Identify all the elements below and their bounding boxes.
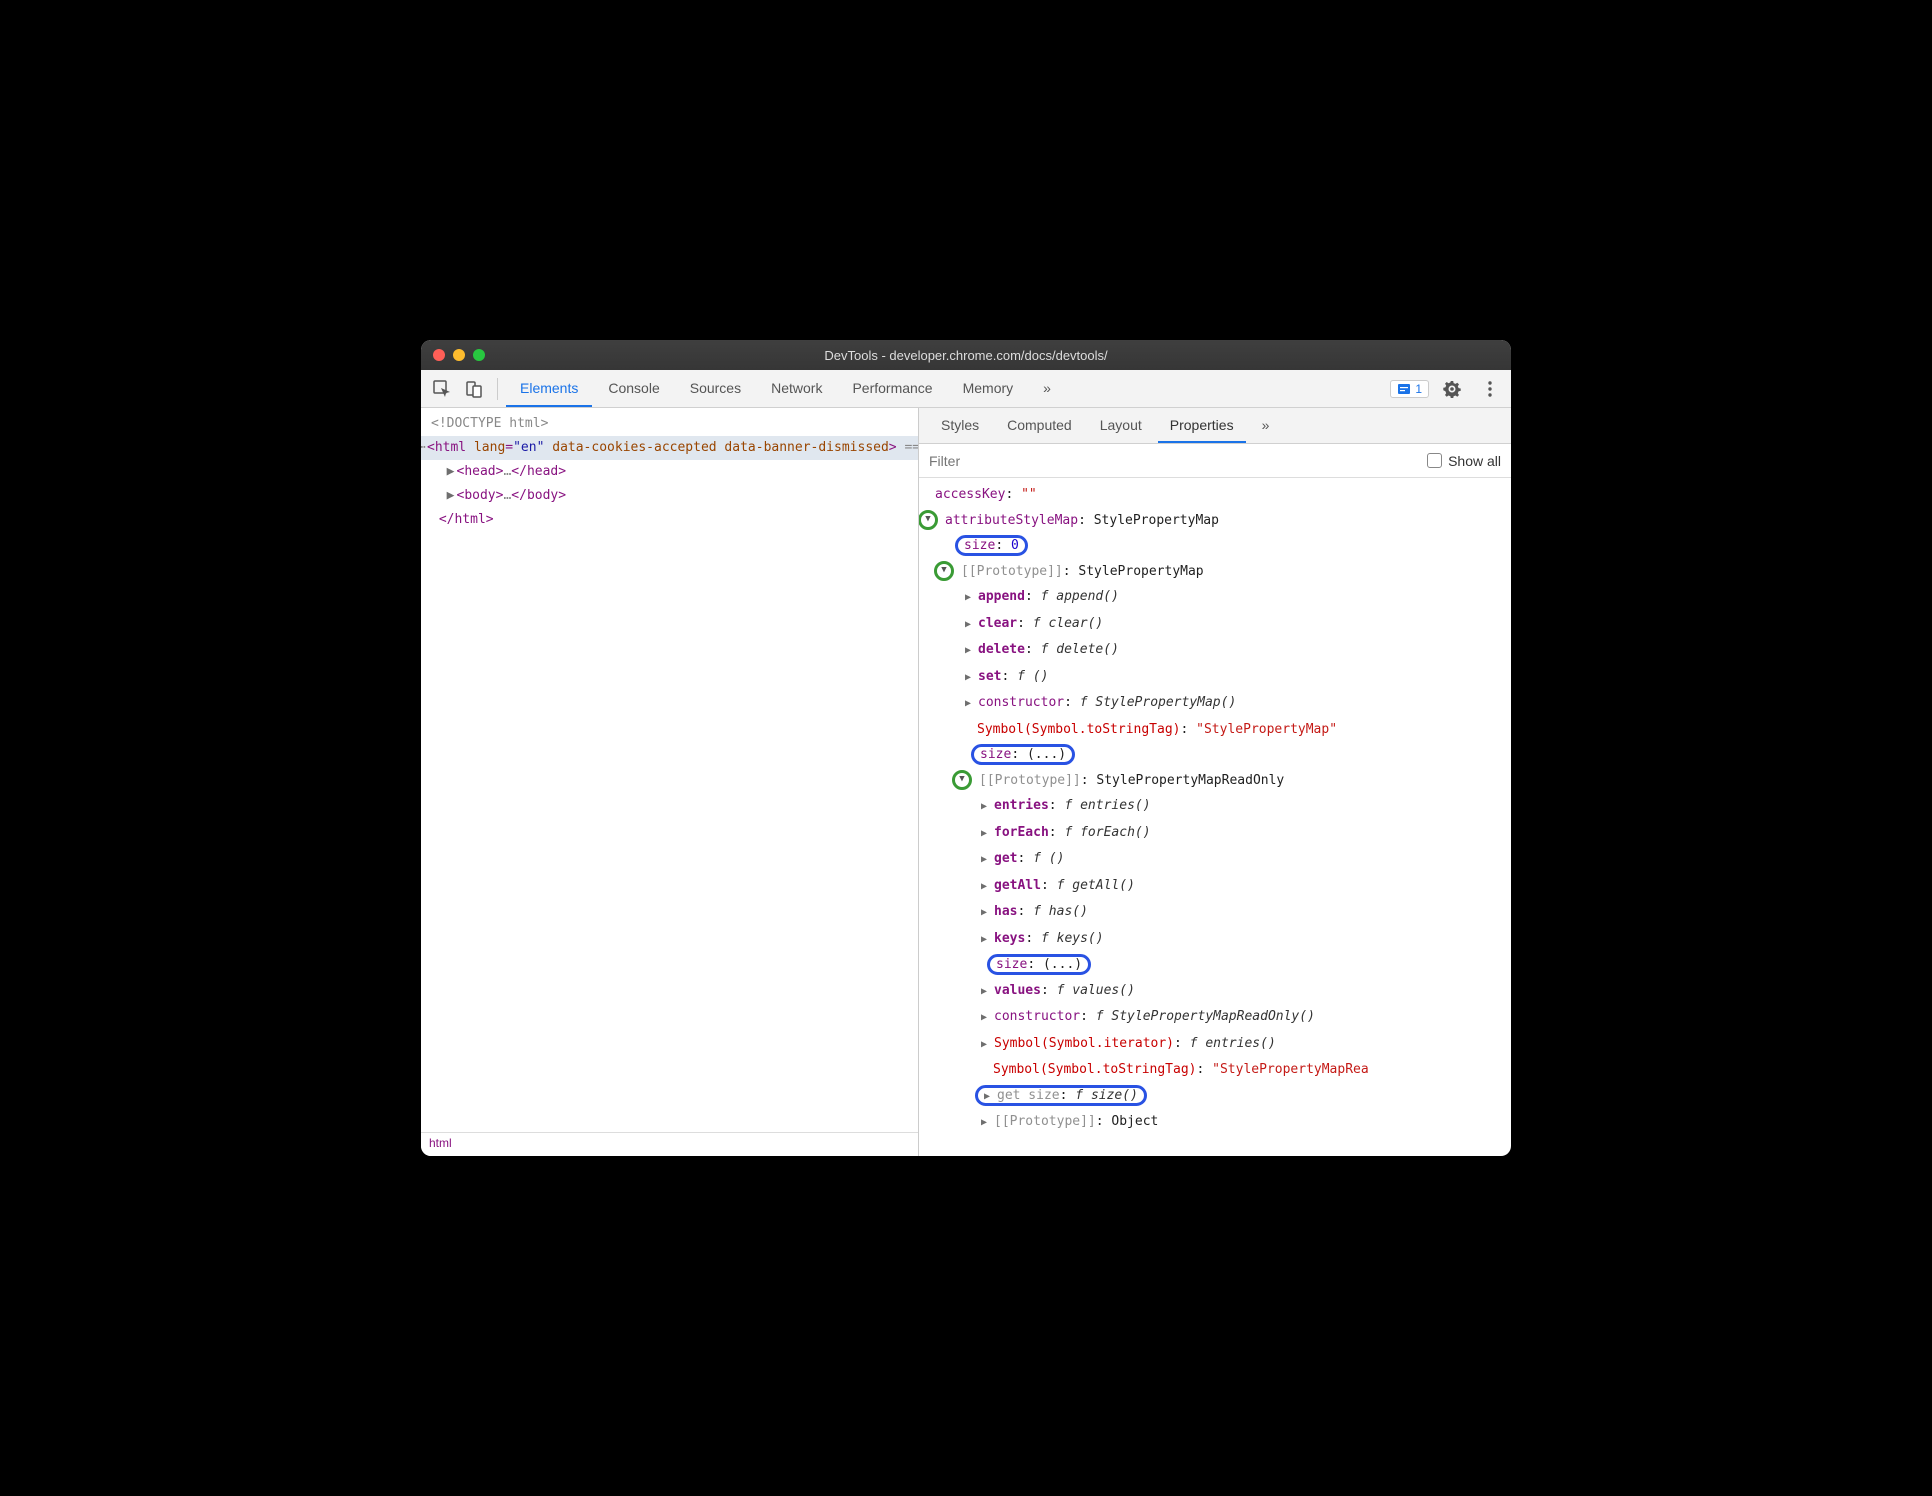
dom-node-head[interactable]: ▶<head>…</head> xyxy=(431,460,918,484)
close-icon[interactable] xyxy=(433,349,445,361)
main-toolbar: Elements Console Sources Network Perform… xyxy=(421,370,1511,408)
expand-arrow-icon[interactable]: ▶ xyxy=(981,1110,991,1136)
tab-computed[interactable]: Computed xyxy=(995,408,1084,443)
prop-row[interactable]: ▶constructor: f StylePropertyMapReadOnly… xyxy=(925,1004,1511,1031)
expanded-marker-icon xyxy=(934,561,954,581)
expand-arrow-icon[interactable]: ▶ xyxy=(981,979,991,1005)
tab-properties[interactable]: Properties xyxy=(1158,408,1246,443)
prop-row[interactable]: size: 0 xyxy=(925,533,1511,559)
prop-row[interactable]: accessKey: "" xyxy=(925,482,1511,508)
issues-badge[interactable]: 1 xyxy=(1390,380,1429,398)
expand-arrow-icon[interactable]: ▶ xyxy=(981,927,991,953)
minimize-icon[interactable] xyxy=(453,349,465,361)
expand-arrow-icon[interactable]: ▶ xyxy=(984,1084,994,1110)
prop-row[interactable]: ▶Symbol(Symbol.iterator): f entries() xyxy=(925,1031,1511,1058)
prop-row[interactable]: ▶entries: f entries() xyxy=(925,793,1511,820)
expand-arrow-icon[interactable]: ▶ xyxy=(447,464,455,479)
issues-icon xyxy=(1397,382,1411,396)
prop-row[interactable]: ▶[[Prototype]]: Object xyxy=(925,1109,1511,1136)
prop-row-expandable[interactable]: [[Prototype]]: StylePropertyMapReadOnly xyxy=(925,768,1511,794)
expand-arrow-icon[interactable]: ▶ xyxy=(981,874,991,900)
expand-arrow-icon[interactable]: ▶ xyxy=(981,794,991,820)
expand-arrow-icon[interactable]: ▶ xyxy=(965,665,975,691)
tab-memory[interactable]: Memory xyxy=(949,370,1028,407)
expand-arrow-icon[interactable]: ▶ xyxy=(965,612,975,638)
expanded-marker-icon xyxy=(919,510,938,530)
prop-row[interactable]: ▶forEach: f forEach() xyxy=(925,820,1511,847)
tab-elements[interactable]: Elements xyxy=(506,370,592,407)
sidebar-tabs: Styles Computed Layout Properties » xyxy=(919,408,1511,444)
tab-more[interactable]: » xyxy=(1250,408,1282,443)
expand-arrow-icon[interactable]: ▶ xyxy=(447,488,455,503)
zoom-icon[interactable] xyxy=(473,349,485,361)
dom-node-body[interactable]: ▶<body>…</body> xyxy=(431,484,918,508)
doctype: <!DOCTYPE html> xyxy=(431,416,548,431)
dom-tree[interactable]: <!DOCTYPE html> ⋯<html lang="en" data-co… xyxy=(421,408,918,1132)
expand-arrow-icon[interactable]: ▶ xyxy=(981,1032,991,1058)
tab-console[interactable]: Console xyxy=(594,370,673,407)
separator xyxy=(497,378,498,400)
expand-arrow-icon[interactable]: ▶ xyxy=(965,585,975,611)
traffic-lights xyxy=(433,349,485,361)
prop-row[interactable]: ▶get size: f size() xyxy=(925,1083,1511,1110)
filter-input[interactable] xyxy=(929,453,1417,469)
overflow-dots-icon: ⋯ xyxy=(421,436,426,460)
prop-row[interactable]: size: (...) xyxy=(925,952,1511,978)
prop-row[interactable]: ▶clear: f clear() xyxy=(925,611,1511,638)
checkbox-icon[interactable] xyxy=(1427,453,1442,468)
show-all-toggle[interactable]: Show all xyxy=(1427,453,1501,469)
expand-arrow-icon[interactable]: ▶ xyxy=(965,691,975,717)
breadcrumb[interactable]: html xyxy=(421,1132,918,1156)
prop-row-expandable[interactable]: [[Prototype]]: StylePropertyMap xyxy=(925,559,1511,585)
tab-styles[interactable]: Styles xyxy=(929,408,991,443)
dom-close-html: </html> xyxy=(431,508,918,532)
expand-arrow-icon[interactable]: ▶ xyxy=(965,638,975,664)
tab-more[interactable]: » xyxy=(1029,370,1065,407)
dom-node-html[interactable]: ⋯<html lang="en" data-cookies-accepted d… xyxy=(421,436,918,460)
settings-icon[interactable] xyxy=(1437,374,1467,404)
prop-row[interactable]: ▶keys: f keys() xyxy=(925,926,1511,953)
prop-row-expandable[interactable]: attributeStyleMap: StylePropertyMap xyxy=(925,508,1511,534)
properties-tree[interactable]: accessKey: "" attributeStyleMap: StylePr… xyxy=(919,478,1511,1156)
tab-network[interactable]: Network xyxy=(757,370,836,407)
main-tabs: Elements Console Sources Network Perform… xyxy=(506,370,1065,407)
expand-arrow-icon[interactable]: ▶ xyxy=(981,821,991,847)
prop-row[interactable]: ▶set: f () xyxy=(925,664,1511,691)
inspect-element-icon[interactable] xyxy=(427,374,457,404)
prop-row[interactable]: Symbol(Symbol.toStringTag): "StyleProper… xyxy=(925,717,1511,743)
prop-row[interactable]: ▶getAll: f getAll() xyxy=(925,873,1511,900)
sidebar-pane: Styles Computed Layout Properties » Show… xyxy=(919,408,1511,1156)
expand-arrow-icon[interactable]: ▶ xyxy=(981,1005,991,1031)
prop-row[interactable]: ▶get: f () xyxy=(925,846,1511,873)
prop-row[interactable]: ▶values: f values() xyxy=(925,978,1511,1005)
prop-row[interactable]: ▶delete: f delete() xyxy=(925,637,1511,664)
kebab-menu-icon[interactable] xyxy=(1475,374,1505,404)
titlebar: DevTools - developer.chrome.com/docs/dev… xyxy=(421,340,1511,370)
prop-row[interactable]: ▶constructor: f StylePropertyMap() xyxy=(925,690,1511,717)
expand-arrow-icon[interactable]: ▶ xyxy=(981,847,991,873)
device-toolbar-icon[interactable] xyxy=(459,374,489,404)
expand-arrow-icon[interactable]: ▶ xyxy=(981,900,991,926)
filter-bar: Show all xyxy=(919,444,1511,478)
prop-row[interactable]: size: (...) xyxy=(925,742,1511,768)
show-all-label: Show all xyxy=(1448,453,1501,469)
prop-row[interactable]: ▶append: f append() xyxy=(925,584,1511,611)
devtools-window: DevTools - developer.chrome.com/docs/dev… xyxy=(421,340,1511,1156)
tab-sources[interactable]: Sources xyxy=(676,370,755,407)
expanded-marker-icon xyxy=(952,770,972,790)
tab-performance[interactable]: Performance xyxy=(838,370,946,407)
prop-row[interactable]: ▶has: f has() xyxy=(925,899,1511,926)
tab-layout[interactable]: Layout xyxy=(1088,408,1154,443)
prop-row[interactable]: Symbol(Symbol.toStringTag): "StyleProper… xyxy=(925,1057,1511,1083)
dom-pane: <!DOCTYPE html> ⋯<html lang="en" data-co… xyxy=(421,408,919,1156)
window-title: DevTools - developer.chrome.com/docs/dev… xyxy=(421,348,1511,363)
issues-count: 1 xyxy=(1415,382,1422,396)
